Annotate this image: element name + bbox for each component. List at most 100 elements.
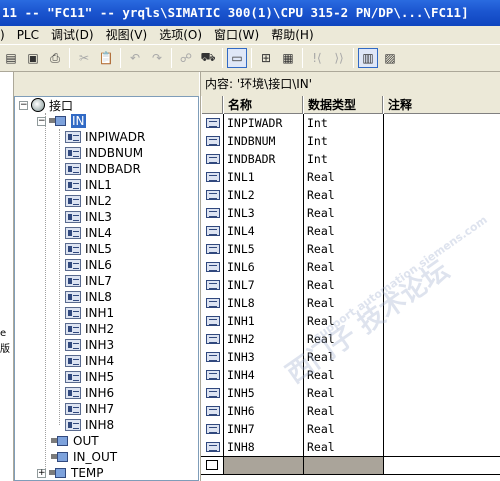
cell-name[interactable]: INDBNUM — [223, 132, 303, 150]
tree-node-parameter[interactable]: INPIWADR — [65, 129, 145, 145]
table-row[interactable]: INDBADR Int — [201, 150, 500, 168]
table-row[interactable]: INL4 Real — [201, 222, 500, 240]
cell-comment[interactable] — [383, 222, 500, 240]
tree-node-parameter[interactable]: INL5 — [65, 241, 112, 257]
select-icon[interactable]: ▭ — [227, 48, 247, 68]
paste-icon[interactable]: 📋 — [96, 48, 116, 68]
tree-node-parameter[interactable]: INL1 — [65, 177, 112, 193]
menu-plc[interactable]: PLC — [11, 26, 45, 44]
tree-node-parameter[interactable]: INL6 — [65, 257, 112, 273]
detail-icon[interactable]: ▨ — [380, 48, 400, 68]
cell-type[interactable]: Real — [303, 420, 383, 438]
cell-comment[interactable] — [383, 330, 500, 348]
step-icon[interactable]: ⟩⟩ — [329, 48, 349, 68]
table-row[interactable]: INL7 Real — [201, 276, 500, 294]
table-row[interactable]: INH5 Real — [201, 384, 500, 402]
column-header-name[interactable]: 名称 — [223, 96, 303, 114]
tree-node-in[interactable]: − IN — [37, 113, 86, 129]
cell-type[interactable]: Int — [303, 150, 383, 168]
cell-type[interactable]: Real — [303, 330, 383, 348]
collapse-icon[interactable]: − — [37, 116, 46, 126]
cell-name[interactable]: INL3 — [223, 204, 303, 222]
tree-node-parameter[interactable]: INH3 — [65, 337, 114, 353]
print-icon[interactable]: ⎙ — [45, 48, 65, 68]
column-header-comment[interactable]: 注释 — [383, 96, 500, 114]
menu-edit-partial[interactable]: ) — [0, 26, 11, 44]
table-row[interactable]: INL5 Real — [201, 240, 500, 258]
tree-node-parameter[interactable]: INH6 — [65, 385, 114, 401]
cell-comment[interactable] — [383, 150, 500, 168]
cell-name[interactable]: INH3 — [223, 348, 303, 366]
table-row-empty[interactable] — [201, 456, 500, 474]
table-row[interactable]: INH4 Real — [201, 366, 500, 384]
tree-node-parameter[interactable]: INH1 — [65, 305, 114, 321]
cell-type[interactable]: Real — [303, 438, 383, 456]
cell-type[interactable]: Int — [303, 132, 383, 150]
table-row[interactable]: INH1 Real — [201, 312, 500, 330]
cell-comment[interactable] — [383, 420, 500, 438]
tree-node-parameter[interactable]: INL8 — [65, 289, 112, 305]
table-row[interactable]: INH2 Real — [201, 330, 500, 348]
cpu-icon[interactable]: ▦ — [278, 48, 298, 68]
cell-name[interactable]: INL2 — [223, 186, 303, 204]
cell-comment[interactable] — [383, 366, 500, 384]
cell-name[interactable]: INH6 — [223, 402, 303, 420]
monitor-icon[interactable]: ☍ — [176, 48, 196, 68]
save-icon[interactable]: ▣ — [23, 48, 43, 68]
cell-comment[interactable] — [383, 348, 500, 366]
cell-name[interactable]: INH4 — [223, 366, 303, 384]
table-row[interactable]: INL8 Real — [201, 294, 500, 312]
cell-name[interactable]: INH8 — [223, 438, 303, 456]
cell-name[interactable]: INL5 — [223, 240, 303, 258]
cell-comment[interactable] — [383, 168, 500, 186]
cell-comment[interactable] — [383, 240, 500, 258]
tree-node-parameter[interactable]: INDBADR — [65, 161, 141, 177]
cell-name[interactable]: INH7 — [223, 420, 303, 438]
column-header-type[interactable]: 数据类型 — [303, 96, 383, 114]
cut-icon[interactable]: ✂ — [74, 48, 94, 68]
cell-comment[interactable] — [383, 204, 500, 222]
expand-icon[interactable]: + — [37, 468, 46, 478]
cell-name[interactable]: INL4 — [223, 222, 303, 240]
network-icon[interactable]: ⊞ — [256, 48, 276, 68]
table-row[interactable]: INL1 Real — [201, 168, 500, 186]
menu-options[interactable]: 选项(O) — [153, 26, 208, 44]
table-row[interactable]: INH8 Real — [201, 438, 500, 456]
undo-icon[interactable]: ↶ — [125, 48, 145, 68]
menu-view[interactable]: 视图(V) — [100, 26, 154, 44]
interface-tree[interactable]: − 接口 − IN INPIWADR INDBNUM INDBADR INL1 INL2… — [14, 96, 199, 481]
tree-node-temp[interactable]: + TEMP — [37, 465, 104, 481]
tree-node-in-out[interactable]: IN_OUT — [51, 449, 117, 465]
menu-window[interactable]: 窗口(W) — [208, 26, 265, 44]
tree-node-parameter[interactable]: INH5 — [65, 369, 114, 385]
table-row[interactable]: INPIWADR Int — [201, 114, 500, 132]
cell-type[interactable]: Real — [303, 276, 383, 294]
cell-type[interactable]: Real — [303, 186, 383, 204]
tree-node-parameter[interactable]: INL3 — [65, 209, 112, 225]
tree-node-out[interactable]: OUT — [51, 433, 99, 449]
table-row[interactable]: INH3 Real — [201, 348, 500, 366]
cell-comment[interactable] — [383, 294, 500, 312]
collapse-icon[interactable]: − — [19, 100, 28, 110]
cell-type[interactable]: Real — [303, 240, 383, 258]
tree-node-parameter[interactable]: INL4 — [65, 225, 112, 241]
cell-name[interactable]: INH2 — [223, 330, 303, 348]
cell-comment[interactable] — [383, 258, 500, 276]
cell-type[interactable]: Real — [303, 168, 383, 186]
cell-comment[interactable] — [383, 384, 500, 402]
cell-comment[interactable] — [383, 438, 500, 456]
cell-type[interactable]: Real — [303, 366, 383, 384]
tree-node-parameter[interactable]: INL7 — [65, 273, 112, 289]
menu-debug[interactable]: 调试(D) — [45, 26, 100, 44]
open-icon[interactable]: ▤ — [1, 48, 21, 68]
cell-type[interactable]: Real — [303, 384, 383, 402]
tree-node-interface[interactable]: − 接口 — [19, 97, 73, 113]
table-row[interactable]: INH7 Real — [201, 420, 500, 438]
tree-node-parameter[interactable]: INH2 — [65, 321, 114, 337]
table-row[interactable]: INL3 Real — [201, 204, 500, 222]
table-row[interactable]: INL6 Real — [201, 258, 500, 276]
cell-type[interactable]: Real — [303, 312, 383, 330]
redo-icon[interactable]: ↷ — [147, 48, 167, 68]
cell-type[interactable]: Real — [303, 222, 383, 240]
cell-name[interactable]: INH5 — [223, 384, 303, 402]
